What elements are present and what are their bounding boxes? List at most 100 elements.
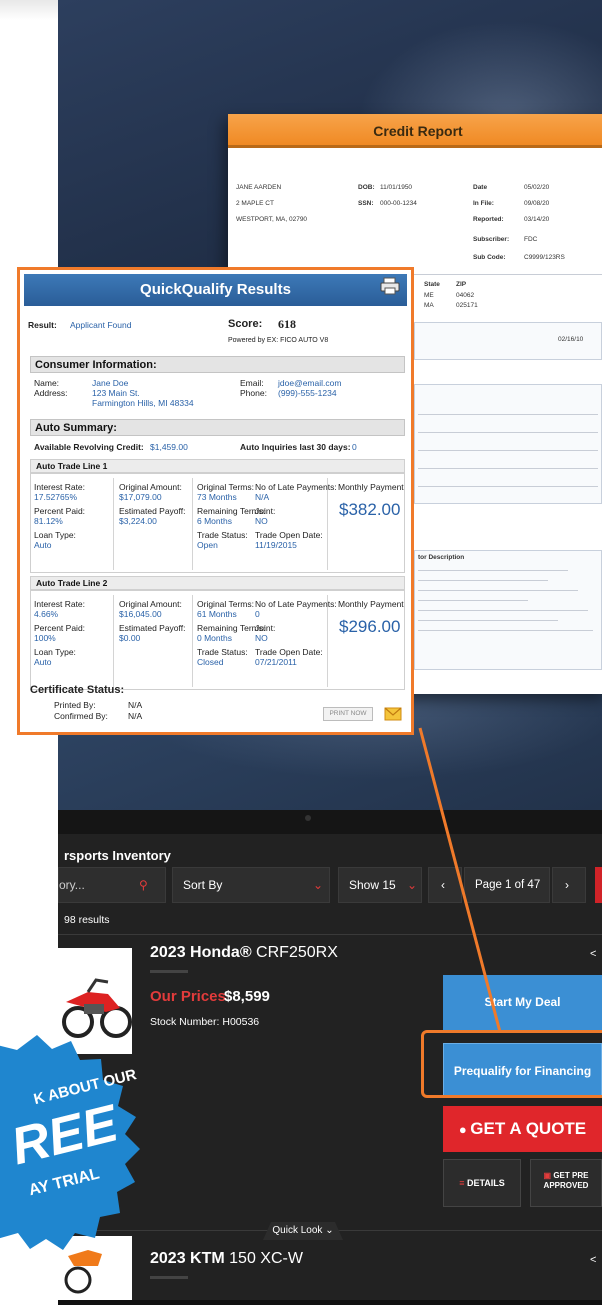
tl-orig-terms: 61 Months [197,609,237,619]
cr-reported-label: Reported: [473,216,504,223]
tl-loan-type-label: Loan Type: [34,530,76,540]
printed-by-label: Printed By: [54,700,96,710]
qq-email-value: jdoe@email.com [278,378,342,388]
sort-select[interactable]: Sort By ⌄ [172,867,330,903]
cr-ssn: 000-00-1234 [380,200,417,207]
show-select[interactable]: Show 15 ⌄ [338,867,422,903]
cr-ssn-label: SSN: [358,200,374,207]
filter-tab[interactable] [595,867,602,903]
column-divider [113,595,114,687]
printer-icon[interactable] [380,277,400,295]
tl-orig-terms-label: Original Terms: [197,482,254,492]
inventory-title: rsports Inventory [64,848,171,863]
cr-reported: 03/14/20 [524,216,550,223]
tl-monthly: $382.00 [339,500,401,519]
search-icon[interactable]: ⚲ [139,868,148,902]
tl-trade-status: Open [197,540,218,550]
print-now-button[interactable]: PRINT NOW [323,707,373,721]
cr-state1: ME [424,292,434,299]
listing-brand: 2023 KTM [150,1250,225,1267]
cr-state2: MA [424,302,434,309]
tl-orig-amount-label: Original Amount: [119,599,182,609]
tl-late: 0 [255,609,260,619]
get-pre-approved-button[interactable]: ▣ GET PRE APPROVED [530,1159,602,1207]
column-divider [113,478,114,570]
cr-table-line [418,450,598,451]
next-page-button[interactable]: › [552,867,586,903]
tl-joint-label: Joint: [255,623,276,633]
prev-page-button[interactable]: ‹ [428,867,462,903]
tl-payoff-label: Estimated Payoff: [119,506,186,516]
tl-joint: NO [255,633,268,643]
search-input[interactable]: ory... ⚲ [58,867,166,903]
get-approved-line2: APPROVED [543,1181,589,1190]
consumer-header: Consumer Information: [30,356,405,373]
printed-by-value: N/A [128,700,143,710]
tl-orig-terms-label: Original Terms: [197,599,254,609]
details-button[interactable]: ≡ DETAILS [443,1159,521,1207]
listing-title-2[interactable]: 2023 KTM 150 XC-W [150,1250,303,1268]
tl-payoff: $0.00 [119,633,141,643]
qq-score-label: Score: [228,318,263,330]
chevron-right-icon: › [565,878,569,892]
cr-table-line [418,486,598,487]
tl-joint-label: Joint: [255,506,276,516]
mail-icon[interactable] [384,704,402,722]
tl-loan-type-label: Loan Type: [34,647,76,657]
quickqualify-panel: QuickQualify Results Result: Applicant F… [17,267,414,735]
menu-icon: ≡ [459,1178,467,1188]
cr-subscriber-label: Subscriber: [473,236,510,243]
tl-remaining: 6 Months [197,516,232,526]
confirmed-by-label: Confirmed By: [54,711,108,721]
free-trial-badge[interactable]: K ABOUT OUR REE AY TRIAL [0,1035,145,1250]
credit-report-title: Credit Report [228,114,602,148]
tl-late: N/A [255,492,270,502]
qq-powered-by: Powered by EX: FICO AUTO V8 [228,337,329,344]
qq-revolving-label: Available Revolving Credit: [34,442,144,452]
chevron-down-icon: ⌄ [407,878,418,892]
start-my-deal-button[interactable]: Start My Deal [443,975,602,1030]
prequalify-highlight [421,1030,602,1098]
chat-icon: ● [458,1122,471,1137]
cr-zip2: 025171 [456,302,478,309]
divider [58,934,602,935]
cr-table-line [418,414,598,415]
chevron-down-icon: ⌄ [313,878,324,892]
tl-trade-status-label: Trade Status: [197,530,248,540]
share-icon[interactable]: < [590,1254,596,1266]
tl-open-date: 07/21/2011 [255,657,297,667]
price-label: Our Prices [150,988,226,1005]
screenshot-stage: Credit Report JANE AARDEN 2 MAPLE CT WES… [0,0,602,1305]
cr-misc-date: 02/16/10 [558,336,584,343]
cr-dob: 11/01/1950 [380,184,413,191]
qq-title: QuickQualify Results [24,274,407,306]
get-approved-line1: GET PRE [553,1171,589,1180]
title-underline [150,970,188,973]
qq-phone-value: (999)-555-1234 [278,388,337,398]
tl-late-label: No of Late Payments: [255,482,337,492]
listing-model: CRF250RX [251,944,338,961]
share-icon[interactable]: < [590,948,596,960]
chevron-down-icon: ⌄ [322,1225,334,1236]
get-a-quote-button[interactable]: ● GET A QUOTE [443,1106,602,1152]
tl-monthly-label: Monthly Payment [338,599,404,609]
dollar-icon: ▣ [543,1171,554,1180]
tl-orig-terms: 73 Months [197,492,237,502]
qq-result-label: Result: [28,320,57,330]
cr-zip1: 04062 [456,292,475,299]
qq-email-label: Email: [240,378,264,388]
get-quote-label: GET A QUOTE [470,1119,587,1138]
tl-orig-amount-label: Original Amount: [119,482,182,492]
show-label: Show 15 [349,878,396,892]
quick-look-tab[interactable]: Quick Look ⌄ [263,1222,343,1240]
column-divider [192,478,193,570]
chevron-left-icon: ‹ [441,878,445,892]
listing-title-1[interactable]: 2023 Honda® CRF250RX [150,944,338,962]
tl-interest: 4.66% [34,609,59,619]
tl-loan-type: Auto [34,540,52,550]
page-indicator: Page 1 of 47 [464,867,550,903]
title-underline [150,1276,188,1279]
qq-inquiries-value: 0 [352,442,357,452]
tl-percent: 81.12% [34,516,63,526]
tl-open-date-label: Trade Open Date: [255,647,323,657]
